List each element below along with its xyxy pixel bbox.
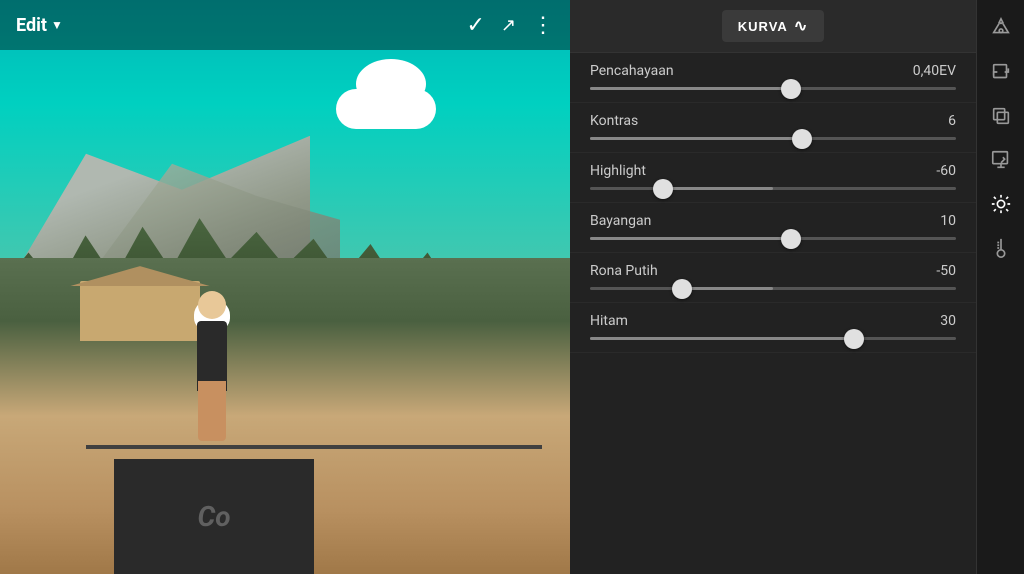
slider-label-row-highlight: Highlight -60 <box>590 163 956 179</box>
slider-value-pencahayaan: 0,40EV <box>913 63 956 79</box>
slider-fill-kontras <box>590 137 802 140</box>
person-pants <box>198 381 226 441</box>
check-icon[interactable]: ✓ <box>466 13 484 38</box>
crop-rotate-icon[interactable] <box>983 54 1019 90</box>
slider-fill-rona-putih <box>682 287 774 290</box>
slider-fill-highlight <box>663 187 773 190</box>
slider-thumb-hitam[interactable] <box>844 329 864 349</box>
slider-label-highlight: Highlight <box>590 163 646 179</box>
temperature-icon[interactable] <box>983 230 1019 266</box>
slider-item-kontras: Kontras 6 <box>570 103 976 153</box>
slider-value-hitam: 30 <box>940 313 956 329</box>
sliders-section: KURVA ∿ Pencahayaan 0,40EV Kontras 6 Hig… <box>570 0 976 574</box>
sliders-container: Pencahayaan 0,40EV Kontras 6 Highlight -… <box>570 53 976 353</box>
slider-value-bayangan: 10 <box>940 213 956 229</box>
slider-item-rona-putih: Rona Putih -50 <box>570 253 976 303</box>
graffiti-wall: Co <box>114 459 314 574</box>
kurva-button[interactable]: KURVA ∿ <box>722 10 824 42</box>
more-options-icon[interactable]: ⋮ <box>532 13 554 38</box>
slider-label-row-rona-putih: Rona Putih -50 <box>590 263 956 279</box>
edit-dropdown-arrow: ▼ <box>51 18 63 32</box>
slider-label-hitam: Hitam <box>590 313 628 329</box>
healing-brush-icon[interactable] <box>983 10 1019 46</box>
light-adjust-icon[interactable] <box>983 186 1019 222</box>
photo-panel: Co Edit ▼ ✓ ↗ ⋮ <box>0 0 570 574</box>
slider-label-rona-putih: Rona Putih <box>590 263 658 279</box>
layers-icon[interactable] <box>983 98 1019 134</box>
kurva-label: KURVA <box>738 19 788 34</box>
slider-label-row-hitam: Hitam 30 <box>590 313 956 329</box>
slider-thumb-bayangan[interactable] <box>781 229 801 249</box>
slider-track-kontras[interactable] <box>590 137 956 140</box>
slider-label-bayangan: Bayangan <box>590 213 651 229</box>
photo-header: Edit ▼ ✓ ↗ ⋮ <box>0 0 570 50</box>
slider-label-kontras: Kontras <box>590 113 638 129</box>
slider-thumb-rona-putih[interactable] <box>672 279 692 299</box>
slider-label-row-kontras: Kontras 6 <box>590 113 956 129</box>
kurva-header: KURVA ∿ <box>570 0 976 53</box>
slider-thumb-kontras[interactable] <box>792 129 812 149</box>
image-enhance-icon[interactable] <box>983 142 1019 178</box>
kurva-curve-icon: ∿ <box>794 16 808 36</box>
slider-track-highlight[interactable] <box>590 187 956 190</box>
slider-label-pencahayaan: Pencahayaan <box>590 63 674 79</box>
slider-label-row-pencahayaan: Pencahayaan 0,40EV <box>590 63 956 79</box>
slider-thumb-pencahayaan[interactable] <box>781 79 801 99</box>
buildings <box>30 241 330 341</box>
slider-item-hitam: Hitam 30 <box>570 303 976 353</box>
slider-item-pencahayaan: Pencahayaan 0,40EV <box>570 53 976 103</box>
slider-fill-bayangan <box>590 237 791 240</box>
person-head <box>198 291 226 319</box>
slider-fill-hitam <box>590 337 854 340</box>
controls-panel: KURVA ∿ Pencahayaan 0,40EV Kontras 6 Hig… <box>570 0 1024 574</box>
slider-item-bayangan: Bayangan 10 <box>570 203 976 253</box>
slider-thumb-highlight[interactable] <box>653 179 673 199</box>
slider-value-highlight: -60 <box>936 163 956 179</box>
slider-fill-pencahayaan <box>590 87 791 90</box>
slider-track-hitam[interactable] <box>590 337 956 340</box>
graffiti-text: Co <box>197 500 230 533</box>
slider-value-rona-putih: -50 <box>936 263 956 279</box>
slider-track-bayangan[interactable] <box>590 237 956 240</box>
share-icon[interactable]: ↗ <box>501 15 516 36</box>
photo-background: Co <box>0 0 570 574</box>
slider-label-row-bayangan: Bayangan 10 <box>590 213 956 229</box>
person-figure <box>182 291 242 471</box>
header-icons: ✓ ↗ ⋮ <box>466 13 554 38</box>
slider-track-rona-putih[interactable] <box>590 287 956 290</box>
slider-track-pencahayaan[interactable] <box>590 87 956 90</box>
edit-button[interactable]: Edit ▼ <box>16 15 63 36</box>
slider-value-kontras: 6 <box>948 113 956 129</box>
right-toolbar <box>976 0 1024 574</box>
slider-item-highlight: Highlight -60 <box>570 153 976 203</box>
